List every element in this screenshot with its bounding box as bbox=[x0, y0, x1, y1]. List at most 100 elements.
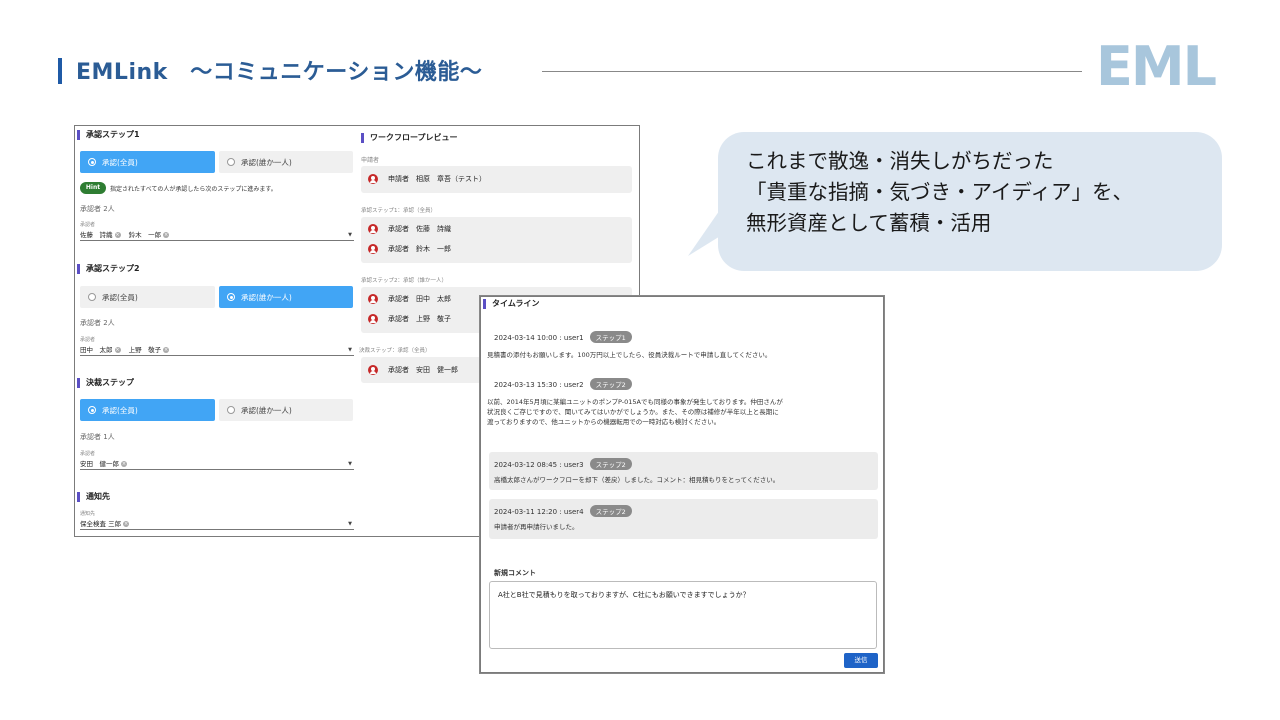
send-button[interactable]: 送信 bbox=[844, 653, 878, 668]
approver-chip[interactable]: 田中 太郎 × bbox=[80, 344, 121, 354]
timeline-entry-text: 以前、2014年5月頃に某編ユニットのポンプP-015Aでも同様の事象が発生して… bbox=[487, 398, 783, 406]
chip-label: 佐藤 詩織 bbox=[80, 231, 113, 239]
timeline-entry-text: 見積書の添付もお願いします。100万円以上でしたら、役員決裁ルートで申請し直して… bbox=[487, 351, 772, 359]
bubble-line-1: これまで散逸・消失しがちだった bbox=[746, 149, 1054, 173]
preview-applicant-label: 申請者 bbox=[361, 157, 380, 164]
chip-label: 安田 健一郎 bbox=[80, 460, 119, 468]
notify-chip[interactable]: 保全検査 三郎 × bbox=[80, 518, 130, 528]
radio-dot-icon bbox=[227, 158, 235, 166]
timeline-entry-text: 申請者が再申請行いました。 bbox=[494, 523, 579, 531]
title-accent-bar bbox=[58, 58, 62, 84]
radio-label: 承認(誰か一人) bbox=[241, 405, 292, 415]
step-tag: ステップ2 bbox=[589, 378, 632, 390]
final-radio-one[interactable]: 承認(誰か一人) bbox=[219, 399, 353, 421]
dropdown-caret-icon[interactable]: ▼ bbox=[348, 461, 352, 467]
preview-step2-row: 承認者 田中 太郎 bbox=[368, 294, 451, 304]
approver-name: 承認者 田中 太郎 bbox=[388, 295, 451, 303]
preview-step2-row: 承認者 上野 敬子 bbox=[368, 314, 451, 324]
entry-timestamp: 2024-03-13 15:30 : user2 bbox=[494, 381, 584, 389]
radio-label: 承認(全員) bbox=[102, 292, 138, 302]
radio-label: 承認(誰か一人) bbox=[241, 157, 292, 167]
new-comment-label: 新規コメント bbox=[494, 569, 536, 577]
step2-field-label: 承認者 bbox=[80, 337, 96, 343]
timeline-entry-text: 渡っておりますので、他ユニットからの機器転用での一時対応も検討ください。 bbox=[487, 418, 721, 426]
chip-close-icon[interactable]: × bbox=[163, 347, 170, 353]
preview-applicant-row: 申請者 相原 章吾（テスト） bbox=[368, 174, 486, 184]
chip-close-icon[interactable]: × bbox=[114, 232, 121, 238]
step1-radio-one[interactable]: 承認(誰か一人) bbox=[219, 151, 353, 173]
title-divider bbox=[542, 71, 1082, 72]
chip-label: 上野 敬子 bbox=[128, 346, 162, 354]
approver-chip[interactable]: 佐藤 詩織 × bbox=[80, 229, 121, 239]
step1-approver-count: 承認者 2人 bbox=[80, 205, 115, 213]
slide: EMLink ～コミュニケーション機能～ EML これまで散逸・消失しがちだった… bbox=[0, 0, 1280, 720]
approver-chip[interactable]: 安田 健一郎 × bbox=[80, 458, 127, 468]
step1-heading: 承認ステップ1 bbox=[77, 130, 140, 140]
preview-step1-row: 承認者 鈴木 一郎 bbox=[368, 244, 451, 254]
final-field-label: 承認者 bbox=[80, 451, 96, 457]
final-step-heading: 決裁ステップ bbox=[77, 378, 134, 388]
preview-final-row: 承認者 安田 健一郎 bbox=[368, 365, 458, 375]
final-radio-all[interactable]: 承認(全員) bbox=[80, 399, 215, 421]
step2-heading: 承認ステップ2 bbox=[77, 264, 140, 274]
chip-close-icon[interactable]: × bbox=[114, 347, 121, 353]
notify-heading: 通知先 bbox=[77, 492, 110, 502]
person-icon bbox=[368, 244, 378, 254]
step2-radio-all[interactable]: 承認(全員) bbox=[80, 286, 215, 308]
preview-step1-label: 承認ステップ1：承認（全員） bbox=[361, 208, 437, 214]
radio-dot-icon bbox=[88, 293, 96, 301]
final-approver-count: 承認者 1人 bbox=[80, 433, 115, 441]
comment-textarea[interactable]: A社とB社で見積もりを取っておりますが、C社にもお願いできますでしょうか？ bbox=[489, 581, 877, 649]
timeline-entry-meta: 2024-03-12 08:45 : user3 ステップ2 bbox=[494, 458, 632, 470]
bubble-line-3: 無形資産として蓄積・活用 bbox=[746, 211, 992, 235]
timeline-entry-meta: 2024-03-13 15:30 : user2 ステップ2 bbox=[494, 378, 632, 390]
dropdown-caret-icon[interactable]: ▼ bbox=[348, 521, 352, 527]
entry-timestamp: 2024-03-11 12:20 : user4 bbox=[494, 508, 584, 516]
step2-approver-count: 承認者 2人 bbox=[80, 319, 115, 327]
person-icon bbox=[368, 365, 378, 375]
step2-approver-select[interactable]: 田中 太郎 × 上野 敬子 × ▼ bbox=[80, 344, 354, 356]
page-title: EMLink ～コミュニケーション機能～ bbox=[76, 60, 483, 85]
dropdown-caret-icon[interactable]: ▼ bbox=[348, 232, 352, 238]
approver-chip[interactable]: 鈴木 一郎 × bbox=[129, 229, 170, 239]
person-icon bbox=[368, 314, 378, 324]
chip-close-icon[interactable]: × bbox=[123, 521, 130, 527]
timeline-entry-text: 状況良くご存じですので、聞いてみてはいかがでしょうか。また、その際は補修が半年以… bbox=[487, 408, 779, 416]
step2-radio-one[interactable]: 承認(誰か一人) bbox=[219, 286, 353, 308]
chip-label: 田中 太郎 bbox=[80, 346, 113, 354]
step-tag: ステップ2 bbox=[589, 505, 632, 517]
timeline-heading: タイムライン bbox=[483, 299, 539, 309]
chip-label: 鈴木 一郎 bbox=[128, 231, 162, 239]
hint-text: 指定されたすべての人が承認したら次のステップに進みます。 bbox=[110, 186, 277, 193]
step1-radio-all[interactable]: 承認(全員) bbox=[80, 151, 215, 173]
radio-dot-icon bbox=[227, 406, 235, 414]
timeline-entry-meta: 2024-03-11 12:20 : user4 ステップ2 bbox=[494, 505, 632, 517]
eml-logo: EML bbox=[1096, 35, 1217, 98]
chip-label: 保全検査 三郎 bbox=[80, 520, 122, 528]
applicant-name: 申請者 相原 章吾（テスト） bbox=[388, 175, 486, 183]
hint-badge: Hint bbox=[80, 182, 106, 194]
approver-chip[interactable]: 上野 敬子 × bbox=[129, 344, 170, 354]
radio-dot-icon bbox=[227, 293, 235, 301]
speech-bubble: これまで散逸・消失しがちだった 「貴重な指摘・気づき・アイディア」を、 無形資産… bbox=[718, 132, 1222, 271]
notify-field-label: 通知先 bbox=[80, 511, 96, 517]
approver-name: 承認者 佐藤 詩織 bbox=[388, 225, 451, 233]
person-icon bbox=[368, 224, 378, 234]
chip-close-icon[interactable]: × bbox=[121, 461, 127, 467]
radio-label: 承認(全員) bbox=[102, 405, 138, 415]
bubble-line-2: 「貴重な指摘・気づき・アイディア」を、 bbox=[746, 180, 1134, 204]
step1-approver-select[interactable]: 佐藤 詩織 × 鈴木 一郎 × ▼ bbox=[80, 229, 354, 241]
chip-close-icon[interactable]: × bbox=[163, 232, 170, 238]
approver-name: 承認者 安田 健一郎 bbox=[388, 366, 458, 374]
final-approver-select[interactable]: 安田 健一郎 × ▼ bbox=[80, 458, 354, 470]
preview-final-label: 決裁ステップ：承認（全員） bbox=[359, 348, 431, 354]
radio-label: 承認(誰か一人) bbox=[241, 292, 292, 302]
dropdown-caret-icon[interactable]: ▼ bbox=[348, 347, 352, 353]
notify-select[interactable]: 保全検査 三郎 × ▼ bbox=[80, 518, 354, 530]
timeline-entry-text: 高橋太郎さんがワークフローを却下（差戻）しました。コメント：相見積もりをとってく… bbox=[494, 476, 780, 484]
entry-timestamp: 2024-03-14 10:00 : user1 bbox=[494, 334, 584, 342]
preview-step1-row: 承認者 佐藤 詩織 bbox=[368, 224, 451, 234]
radio-label: 承認(全員) bbox=[102, 157, 138, 167]
step1-field-label: 承認者 bbox=[80, 222, 96, 228]
person-icon bbox=[368, 294, 378, 304]
